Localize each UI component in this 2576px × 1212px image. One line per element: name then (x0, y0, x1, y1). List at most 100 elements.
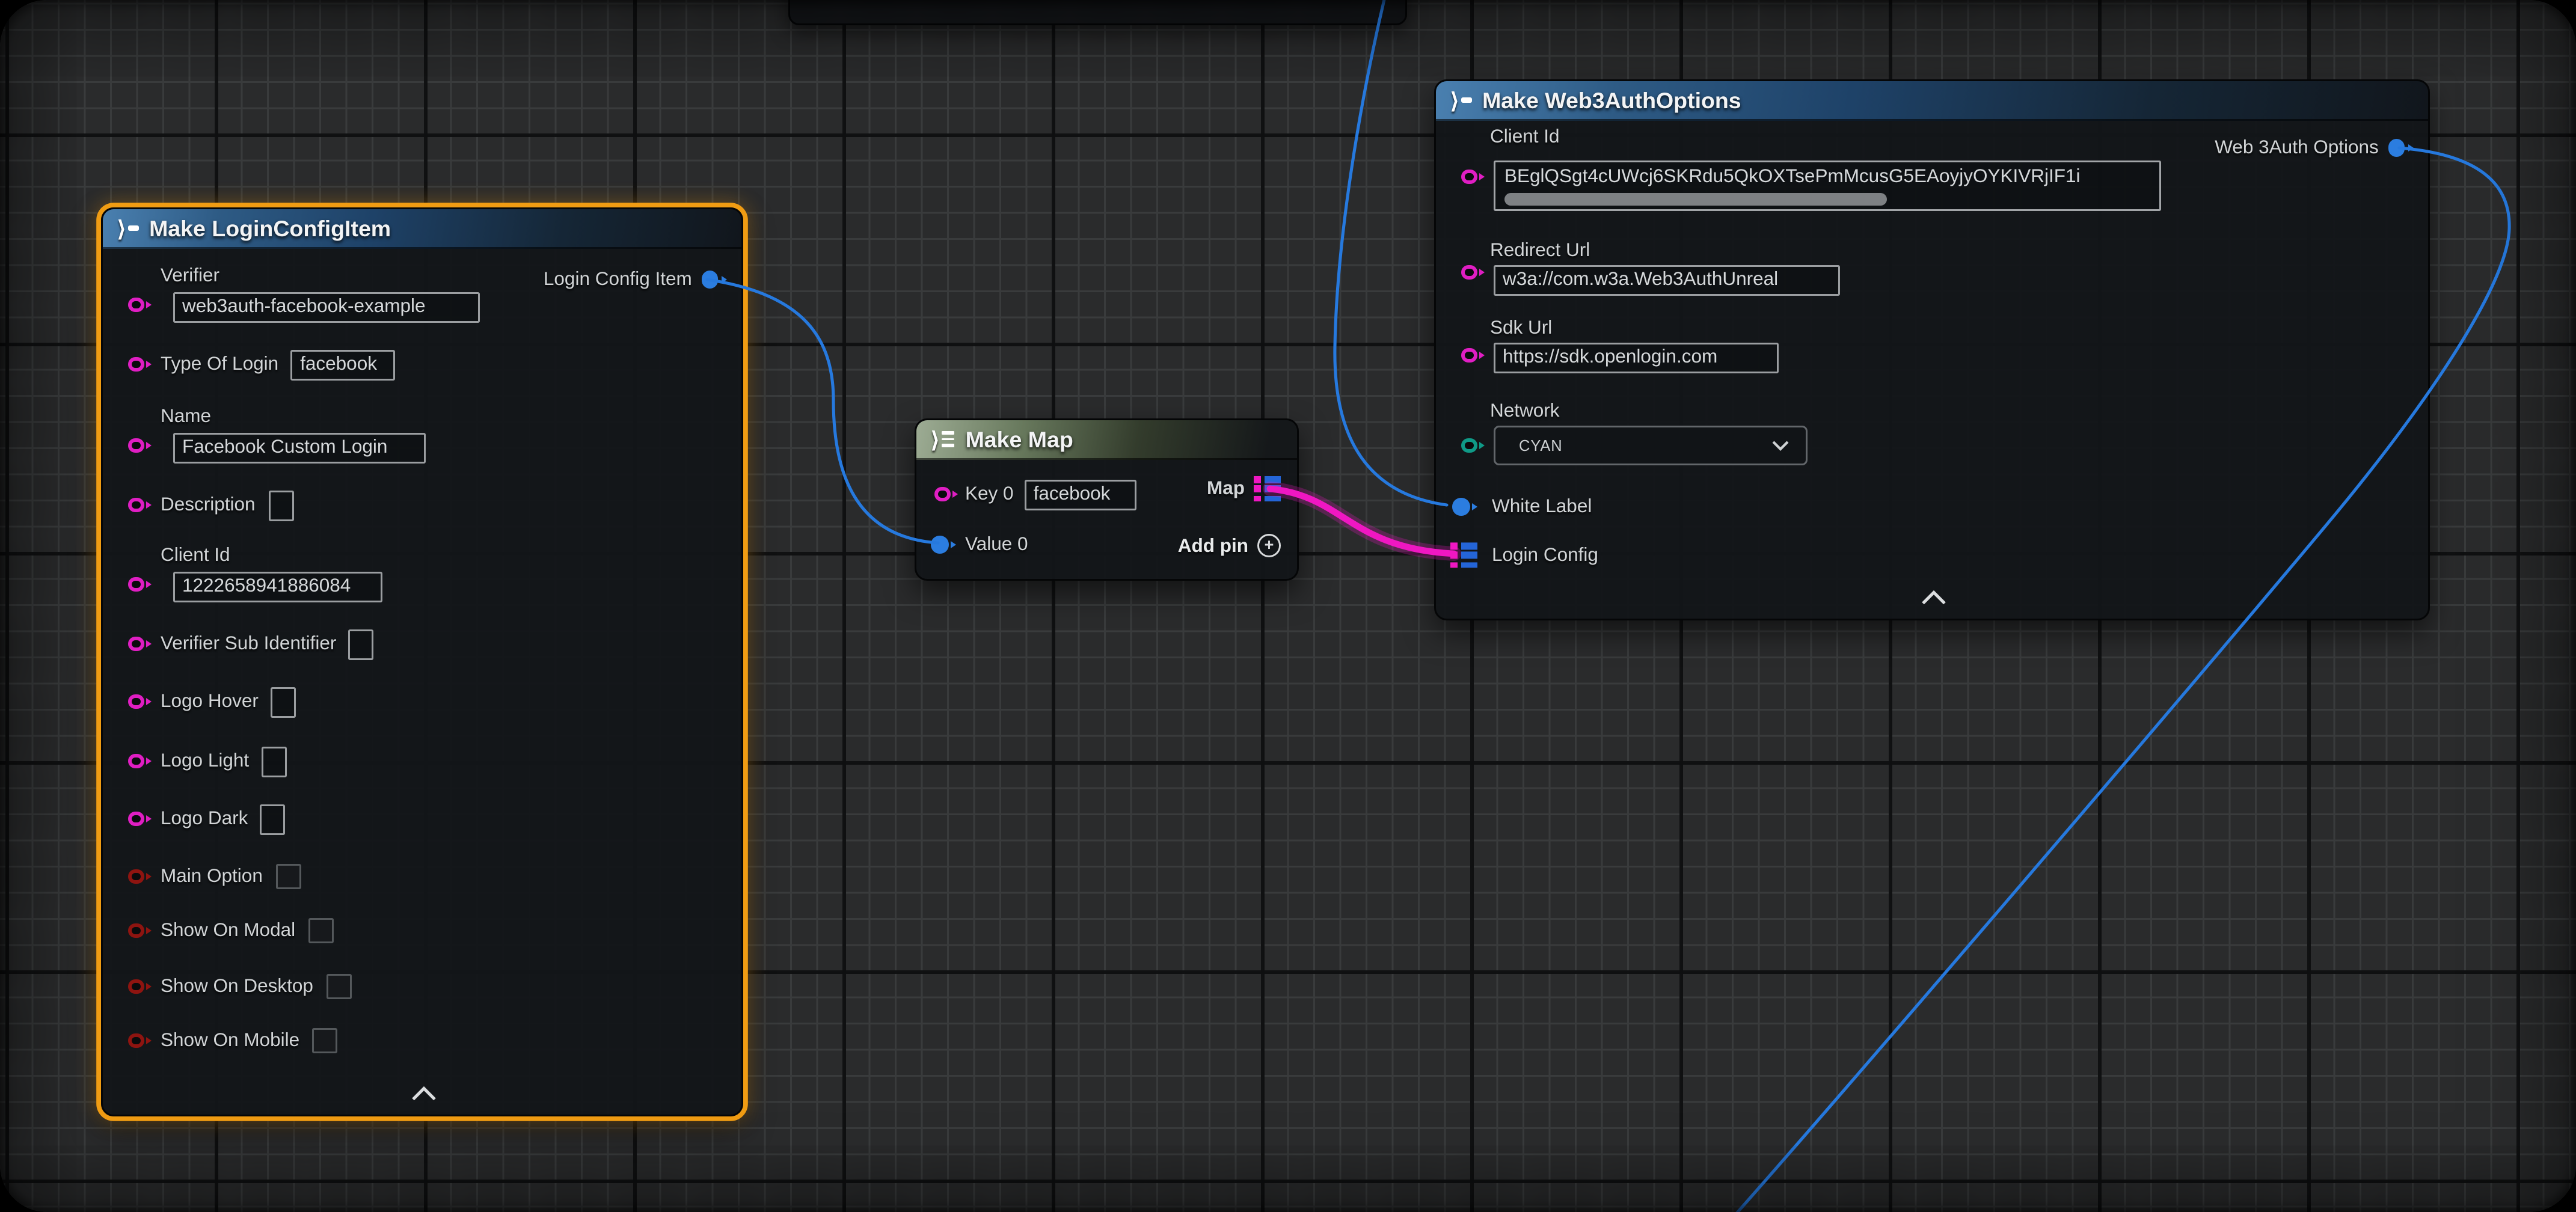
logo-light-label: Logo Light (161, 750, 249, 772)
graph-canvas[interactable]: ⟩ Make LoginConfigItem Login Config Item… (0, 0, 2576, 1212)
client-id-input[interactable]: BEglQSgt4cUWcj6SKRdu5QkOXTsePmMcusG5EAoy… (1494, 161, 2161, 211)
collapse-node-button[interactable] (409, 1079, 438, 1095)
make-struct-icon: ⟩ (117, 218, 138, 239)
node-make-login-config-item[interactable]: ⟩ Make LoginConfigItem Login Config Item… (101, 207, 743, 1116)
add-pin-icon: + (1257, 534, 1281, 557)
node-header[interactable]: ⟩ Make Map (916, 420, 1297, 460)
partial-node-top[interactable] (788, 0, 1407, 25)
logo-dark-input[interactable] (260, 804, 286, 834)
logo-dark-pin[interactable] (128, 810, 152, 828)
type-of-login-input[interactable]: facebook (291, 349, 396, 380)
chevron-down-icon (1771, 440, 1789, 451)
logo-hover-pin[interactable] (128, 693, 152, 711)
node-title: Make Web3AuthOptions (1482, 88, 1741, 113)
show-on-desktop-label: Show On Desktop (161, 976, 313, 997)
pin-row-main-option: Main Option (103, 860, 741, 893)
redirect-url-pin[interactable] (1461, 263, 1485, 281)
type-of-login-label: Type Of Login (161, 354, 278, 375)
show-on-desktop-checkbox[interactable] (326, 973, 351, 1000)
name-pin[interactable] (128, 436, 152, 454)
pin-row-network: Network CYAN (1436, 400, 2428, 465)
value-0-pin[interactable] (931, 536, 957, 554)
sdk-url-label: Sdk Url (1490, 317, 2428, 341)
client-id-label: Client Id (161, 545, 741, 568)
pin-row-description: Description (103, 489, 741, 521)
pin-row-name: Name Facebook Custom Login (103, 406, 741, 464)
pin-row-login-config: Login Config (1436, 539, 2428, 572)
show-on-mobile-pin[interactable] (128, 1032, 152, 1050)
pin-row-verifier: Verifier web3auth-facebook-example (103, 265, 741, 323)
main-option-checkbox[interactable] (275, 863, 301, 890)
collapse-node-button[interactable] (1919, 583, 1948, 599)
client-id-pin[interactable] (1461, 168, 1485, 186)
pin-row-sdk-url: Sdk Url https://sdk.openlogin.com (1436, 317, 2428, 373)
blueprint-editor: ⟩ Make LoginConfigItem Login Config Item… (0, 0, 2576, 1212)
client-id-value[interactable]: BEglQSgt4cUWcj6SKRdu5QkOXTsePmMcusG5EAoy… (1504, 164, 2150, 189)
network-label: Network (1490, 400, 2428, 424)
pin-row-white-label: White Label (1436, 491, 2428, 523)
show-on-modal-pin[interactable] (128, 922, 152, 940)
verifier-label: Verifier (161, 265, 741, 289)
description-label: Description (161, 494, 256, 516)
login-config-label: Login Config (1492, 545, 1598, 566)
verifier-sub-identifier-pin[interactable] (128, 635, 152, 653)
pin-row-logo-light: Logo Light (103, 745, 741, 777)
client-id-scrollbar[interactable] (1504, 193, 1887, 206)
map-output-label: Map (1207, 479, 1245, 500)
network-select[interactable]: CYAN (1494, 426, 1808, 465)
client-id-input[interactable]: 1222658941886084 (173, 572, 382, 602)
key-0-label: Key 0 (965, 483, 1014, 505)
white-label-label: White Label (1492, 496, 1592, 518)
wire-top-to-white-label[interactable] (1335, 0, 1447, 505)
pin-row-client-id: Client Id BEglQSgt4cUWcj6SKRdu5QkOXTsePm… (1436, 126, 2428, 211)
node-title: Make Map (966, 427, 1073, 452)
add-pin-button[interactable]: Add pin + (1178, 534, 1281, 557)
pin-row-redirect-url: Redirect Url w3a://com.w3a.Web3AuthUnrea… (1436, 240, 2428, 296)
network-pin[interactable] (1461, 436, 1485, 454)
pin-row-verifier-sub-identifier: Verifier Sub Identifier (103, 628, 741, 660)
node-make-web3auth-options[interactable]: ⟩ Make Web3AuthOptions Web 3Auth Options… (1434, 79, 2430, 620)
pin-row-logo-dark: Logo Dark (103, 803, 741, 835)
sdk-url-pin[interactable] (1461, 346, 1485, 364)
type-of-login-pin[interactable] (128, 355, 152, 373)
pin-row-show-on-mobile: Show On Mobile (103, 1024, 741, 1057)
verifier-sub-identifier-label: Verifier Sub Identifier (161, 633, 336, 655)
logo-hover-input[interactable] (271, 687, 296, 717)
redirect-url-label: Redirect Url (1490, 240, 2428, 263)
show-on-modal-label: Show On Modal (161, 920, 295, 941)
node-header[interactable]: ⟩ Make Web3AuthOptions (1436, 81, 2428, 121)
pin-row-client-id: Client Id 1222658941886084 (103, 545, 741, 602)
logo-hover-label: Logo Hover (161, 691, 259, 712)
pin-row-type-of-login: Type Of Login facebook (103, 348, 741, 381)
node-header[interactable]: ⟩ Make LoginConfigItem (103, 209, 741, 249)
show-on-mobile-label: Show On Mobile (161, 1030, 299, 1051)
key-0-pin[interactable] (934, 485, 958, 503)
logo-dark-label: Logo Dark (161, 808, 248, 830)
key-0-input[interactable]: facebook (1025, 479, 1136, 510)
verifier-pin[interactable] (128, 296, 152, 314)
logo-light-input[interactable] (262, 746, 287, 777)
client-id-pin[interactable] (128, 575, 152, 593)
white-label-pin[interactable] (1452, 498, 1478, 516)
network-selected-value: CYAN (1519, 436, 1563, 454)
pin-row-show-on-desktop: Show On Desktop (103, 970, 741, 1003)
node-make-map[interactable]: ⟩ Make Map Key 0 facebook Map Value 0 Ad… (915, 418, 1299, 581)
client-id-label: Client Id (1490, 126, 2428, 150)
sdk-url-input[interactable]: https://sdk.openlogin.com (1494, 343, 1779, 373)
verifier-sub-identifier-input[interactable] (349, 629, 374, 660)
name-label: Name (161, 406, 741, 429)
add-pin-label: Add pin (1178, 535, 1248, 557)
name-input[interactable]: Facebook Custom Login (173, 433, 426, 464)
logo-light-pin[interactable] (128, 752, 152, 770)
description-pin[interactable] (128, 496, 152, 514)
redirect-url-input[interactable]: w3a://com.w3a.Web3AuthUnreal (1494, 265, 1840, 296)
main-option-pin[interactable] (128, 868, 152, 886)
node-title: Make LoginConfigItem (149, 216, 391, 241)
pin-row-logo-hover: Logo Hover (103, 685, 741, 718)
verifier-input[interactable]: web3auth-facebook-example (173, 292, 480, 323)
pin-row-show-on-modal: Show On Modal (103, 914, 741, 947)
show-on-mobile-checkbox[interactable] (312, 1027, 337, 1054)
description-input[interactable] (268, 490, 293, 521)
show-on-modal-checkbox[interactable] (308, 917, 333, 944)
show-on-desktop-pin[interactable] (128, 978, 152, 996)
